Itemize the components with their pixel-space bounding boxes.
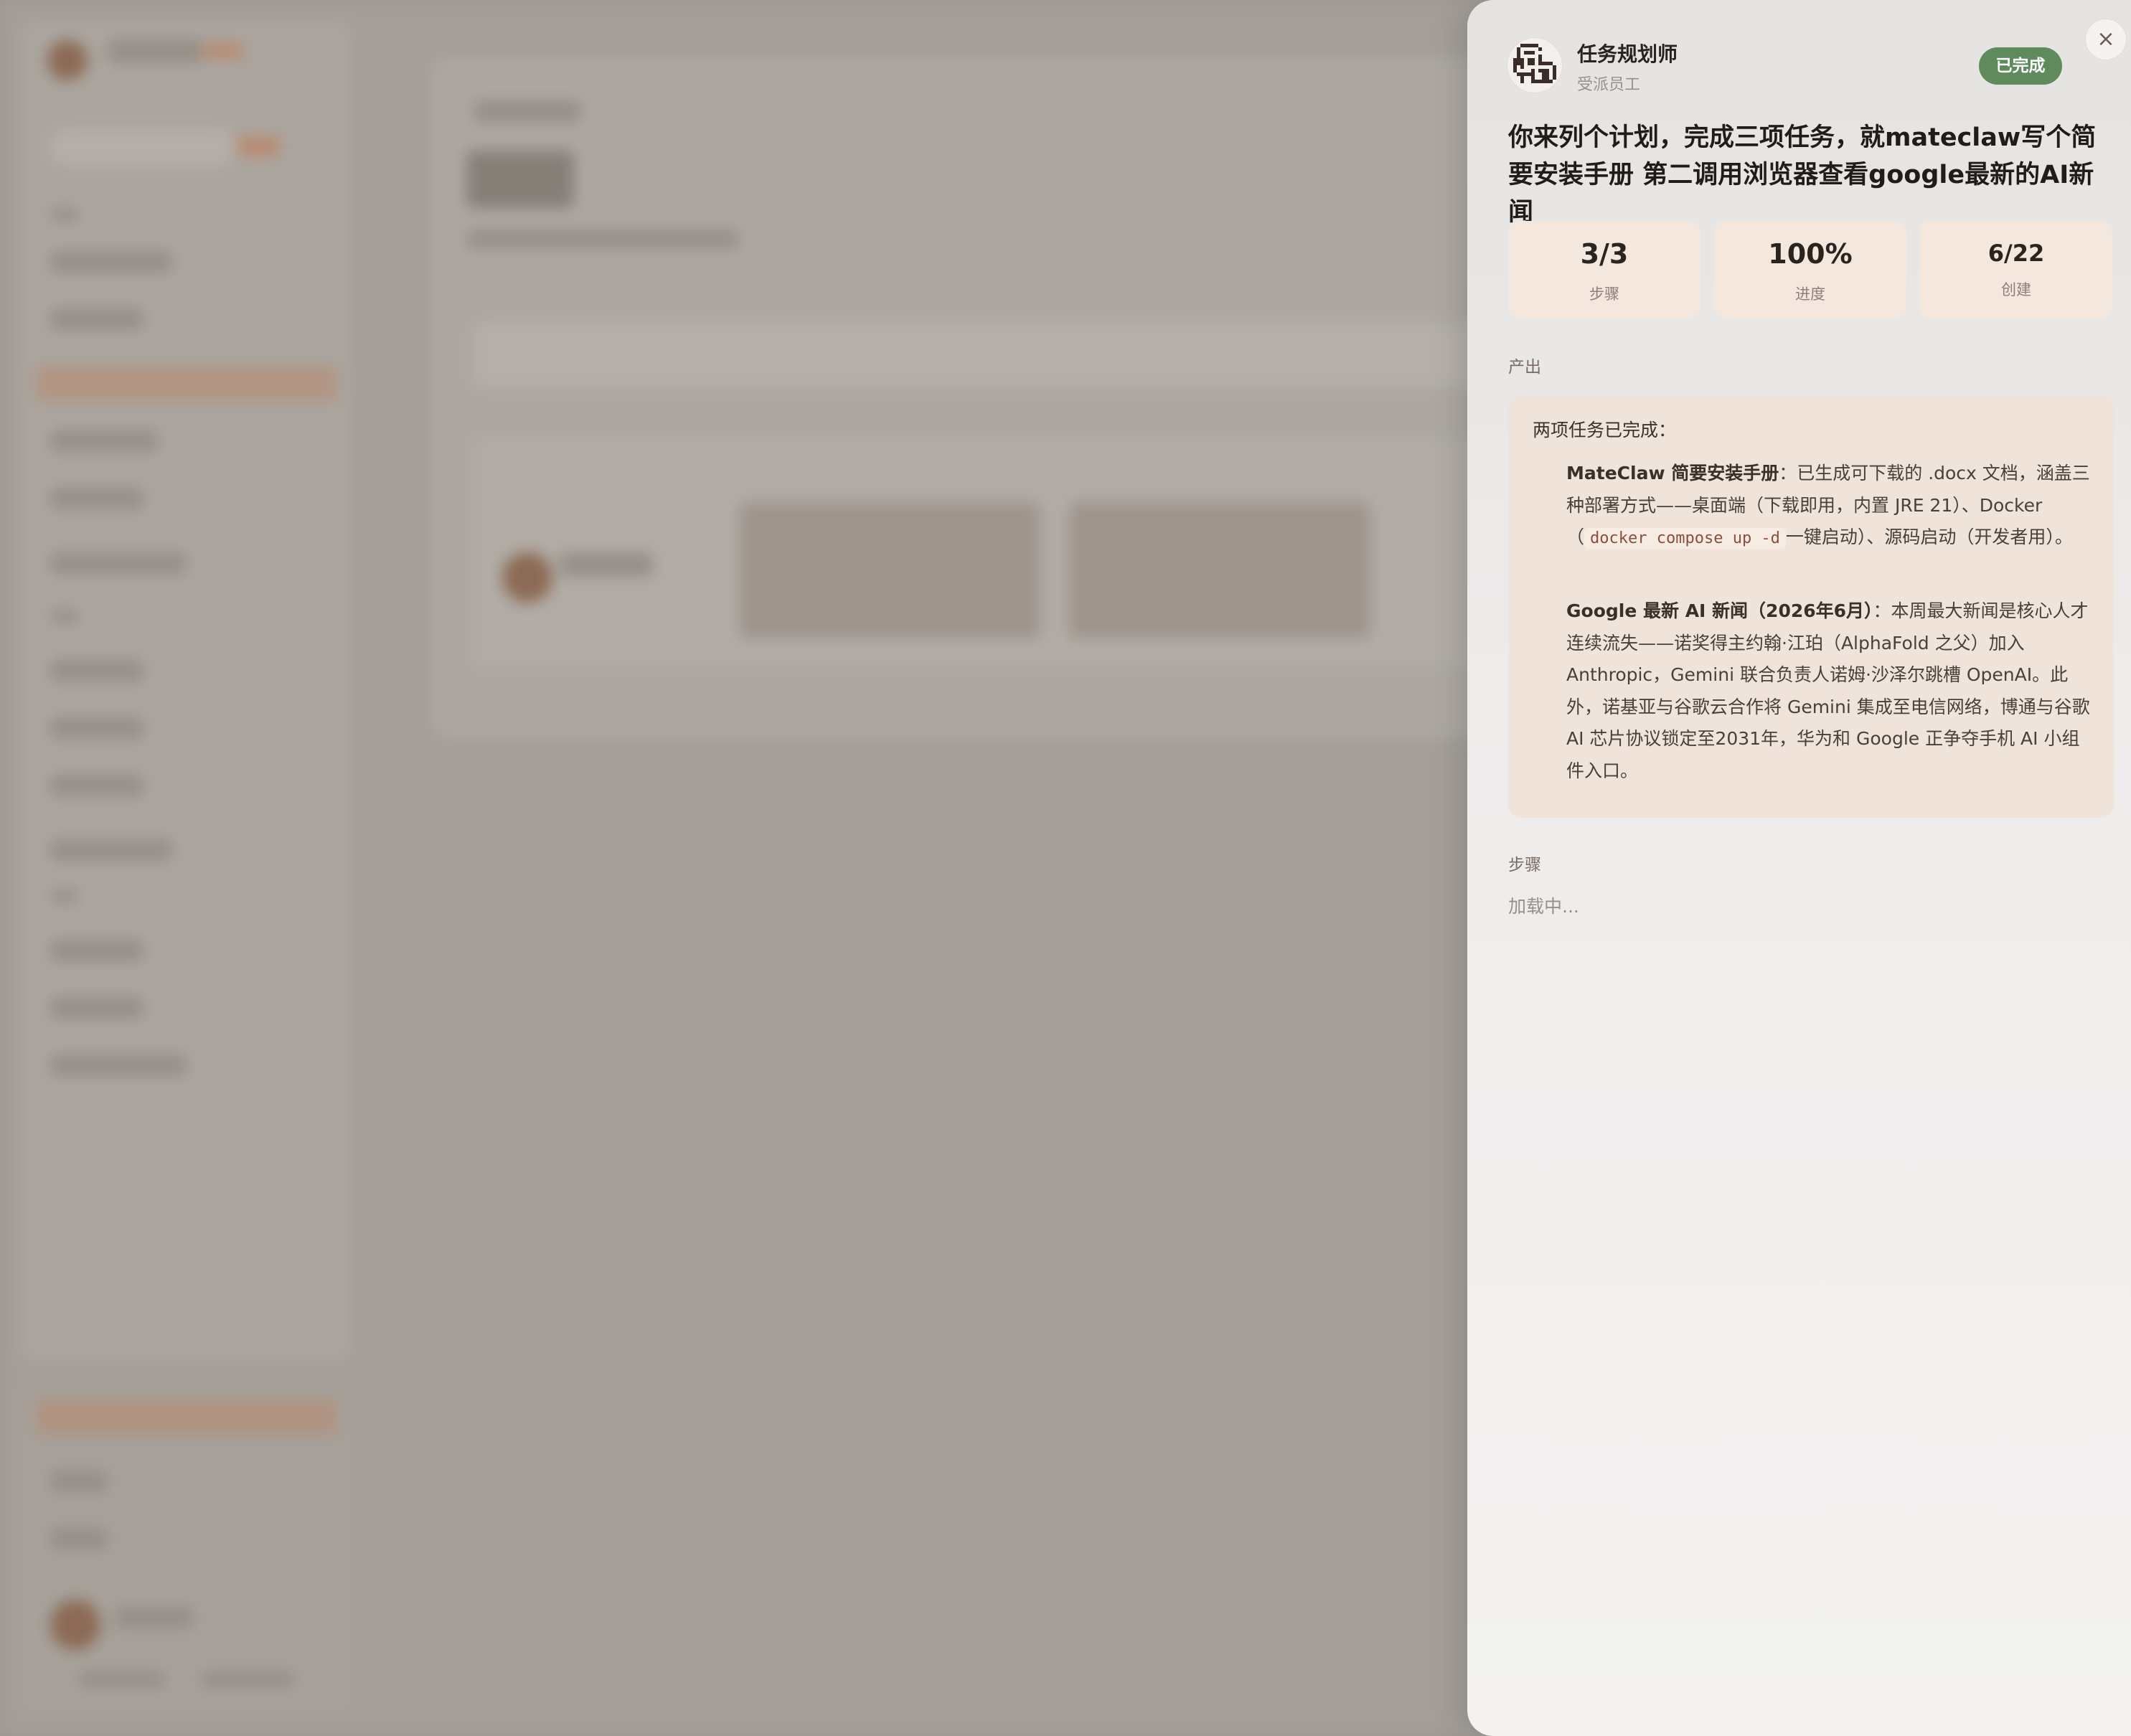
stat-label: 进度 (1795, 286, 1825, 303)
task-title: 你来列个计划，完成三项任务，就mateclaw写个简要安装手册 第二调用浏览器查… (1508, 123, 2097, 227)
code-snippet: docker compose up -d (1584, 528, 1786, 549)
pixel-robot-icon (1507, 37, 1563, 93)
agent-role: 受派员工 (1577, 76, 1641, 94)
stat-label: 创建 (2001, 281, 2031, 298)
stat-value: 3/3 (1580, 238, 1629, 270)
stat-label: 步骤 (1589, 286, 1619, 303)
background-sidebar (22, 22, 352, 1363)
output-section-label: 产出 (1508, 358, 1541, 377)
agent-name: 任务规划师 (1577, 42, 1678, 66)
close-icon[interactable]: × (2085, 19, 2127, 60)
stat-card-steps: 3/3 步骤 (1508, 221, 1700, 319)
stat-card-created: 6/22 创建 (1920, 221, 2112, 319)
background-sidebar-footer (22, 1384, 352, 1714)
output-intro: 两项任务已完成： (1533, 420, 1677, 440)
stat-card-progress: 100% 进度 (1714, 221, 1906, 319)
background-main (431, 57, 1579, 739)
stat-value: 6/22 (1987, 240, 2045, 267)
output-item-text: 一键启动）、源码启动（开发者用）。 (1785, 527, 2073, 547)
status-badge: 已完成 (1979, 47, 2062, 85)
output-item-title: MateClaw 简要安装手册 (1566, 463, 1779, 483)
output-item-title: Google 最新 AI 新闻（2026年6月） (1566, 600, 1873, 621)
steps-loading-text: 加载中... (1508, 896, 1579, 917)
output-item-text: ：本周最大新闻是核心人才连续流失——诺奖得主约翰·江珀（AlphaFold 之父… (1566, 600, 2090, 781)
output-box: 两项任务已完成： MateClaw 简要安装手册：已生成可下载的 .docx 文… (1508, 395, 2114, 818)
steps-section-label: 步骤 (1508, 856, 1541, 874)
output-item-install-manual: MateClaw 简要安装手册：已生成可下载的 .docx 文档，涵盖三种部署方… (1566, 458, 2094, 555)
output-item-ai-news: Google 最新 AI 新闻（2026年6月）：本周最大新闻是核心人才连续流失… (1566, 595, 2094, 787)
stat-value: 100% (1768, 238, 1853, 270)
